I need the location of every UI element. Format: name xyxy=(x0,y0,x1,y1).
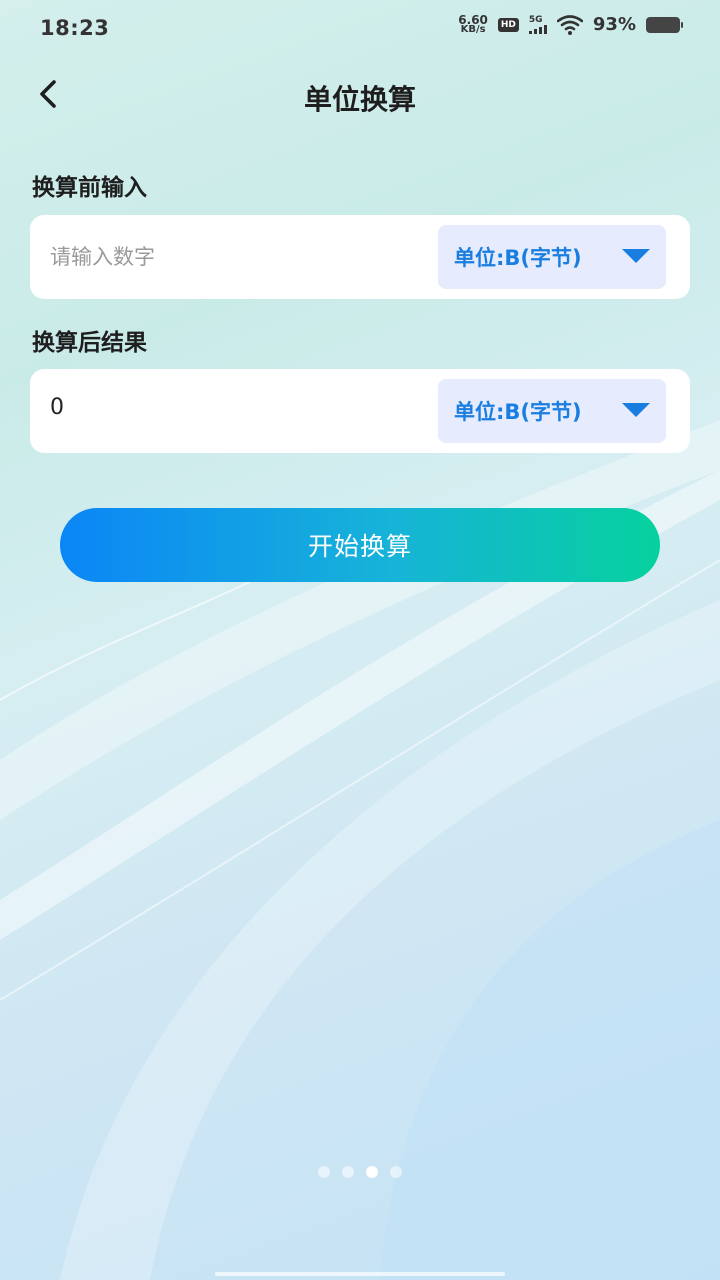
network-type: 5G xyxy=(528,14,543,25)
result-unit-select[interactable]: 单位:B(字节) xyxy=(438,379,666,443)
result-card: 0 单位:B(字节) xyxy=(30,369,690,453)
page-dot xyxy=(318,1166,330,1178)
battery-percent: 93% xyxy=(592,14,636,35)
input-unit-select[interactable]: 单位:B(字节) xyxy=(438,225,666,289)
caret-down-icon xyxy=(622,249,650,263)
input-section-label: 换算前输入 xyxy=(32,175,147,201)
result-unit-label: 单位:B(字节) xyxy=(454,400,582,424)
result-value: 0 xyxy=(50,395,64,420)
input-unit-label: 单位:B(字节) xyxy=(454,246,582,270)
input-card: 单位:B(字节) xyxy=(30,215,690,299)
convert-button[interactable]: 开始换算 xyxy=(60,508,660,582)
net-speed-unit: KB/s xyxy=(460,23,486,35)
wifi-icon xyxy=(556,14,583,35)
chevron-left-icon xyxy=(40,80,56,108)
result-section-label: 换算后结果 xyxy=(32,330,147,356)
battery-icon xyxy=(646,16,683,33)
page-dot xyxy=(342,1166,354,1178)
page-dot xyxy=(390,1166,402,1178)
hd-icon: HD xyxy=(497,17,519,32)
status-icons: 6.60 KB/s HD 5G 93% xyxy=(458,14,683,35)
net-speed: 6.60 KB/s xyxy=(458,14,488,35)
back-button[interactable] xyxy=(30,76,66,112)
signal-icon: 5G xyxy=(528,14,547,34)
page-indicator xyxy=(0,1166,720,1178)
caret-down-icon xyxy=(622,403,650,417)
convert-button-label: 开始换算 xyxy=(307,532,412,561)
status-time: 18:23 xyxy=(40,16,110,40)
number-input[interactable] xyxy=(50,237,430,277)
page-dot-active xyxy=(366,1166,378,1178)
home-indicator[interactable] xyxy=(215,1272,505,1276)
